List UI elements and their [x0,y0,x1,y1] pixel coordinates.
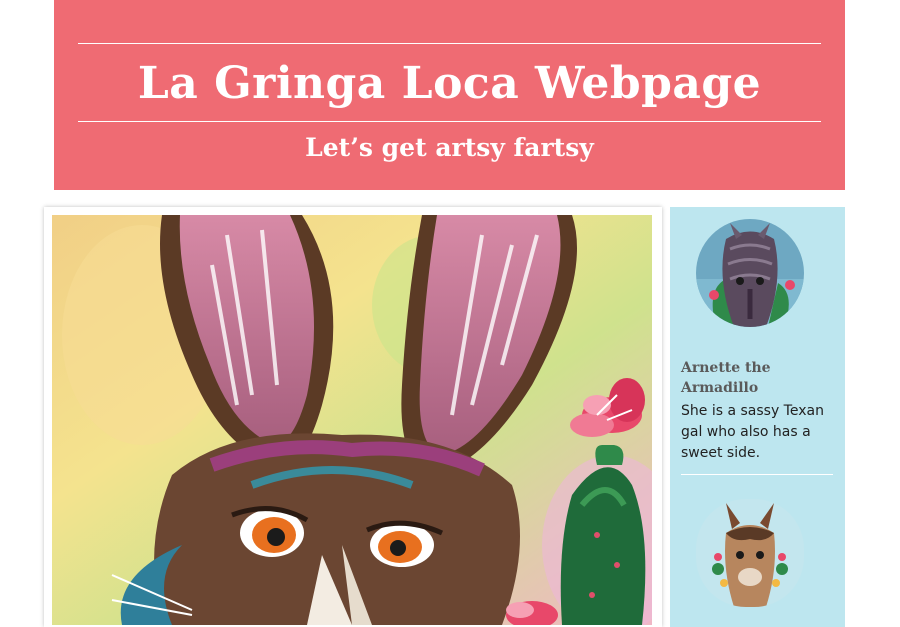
site-header: La Gringa Loca Webpage Let’s get artsy f… [54,0,845,190]
llama-painting-image [696,499,804,607]
character-sidebar: Arnette the Armadillo She is a sassy Tex… [670,207,845,627]
character-name[interactable]: Arnette the Armadillo [681,358,831,398]
jackrabbit-painting-image [52,215,652,625]
header-top-rule [78,43,821,44]
header-bottom-rule [78,121,821,122]
featured-post-card [44,207,662,627]
armadillo-painting-image [696,219,804,327]
site-title[interactable]: La Gringa Loca Webpage [54,56,845,112]
llama-avatar[interactable] [696,499,804,607]
sidebar-divider [681,474,833,475]
site-tagline: Let’s get artsy fartsy [305,133,594,162]
featured-jackrabbit-painting[interactable] [52,215,652,625]
character-description: She is a sassy Texan gal who also has a … [681,403,824,461]
armadillo-avatar[interactable] [696,219,804,327]
